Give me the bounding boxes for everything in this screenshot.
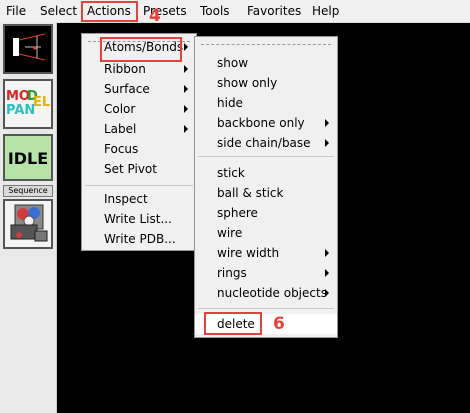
submenu-arrow-icon — [184, 85, 188, 93]
menu-separator — [85, 185, 193, 186]
menu-item-label: ball & stick — [217, 186, 284, 200]
atoms-bonds-submenu: show show only hide backbone only side c… — [194, 36, 338, 338]
menu-bar: File Select Actions Presets Tools Favori… — [0, 0, 470, 23]
menu-item-ball-stick[interactable]: ball & stick — [195, 183, 337, 203]
menu-item-label: Ribbon — [104, 62, 146, 76]
submenu-arrow-icon — [184, 105, 188, 113]
menu-item-label: backbone only — [217, 116, 305, 130]
menu-item-label: nucleotide objects — [217, 286, 327, 300]
menu-item-ribbon[interactable]: Ribbon — [82, 59, 196, 79]
menu-item-label: show — [217, 56, 249, 70]
menu-item-label: Label — [104, 122, 137, 136]
actions-menu: Atoms/Bonds Ribbon Surface Color Label F… — [81, 33, 197, 251]
menu-item-label: Write List... — [104, 212, 172, 226]
menu-separator — [198, 308, 334, 309]
menu-item-label: hide — [217, 96, 243, 110]
callout-4: 4 — [149, 6, 161, 26]
delete-highlight — [204, 312, 262, 335]
molecule-display-button[interactable] — [3, 199, 53, 249]
menu-item-inspect[interactable]: Inspect — [82, 189, 196, 209]
menu-item-surface[interactable]: Surface — [82, 79, 196, 99]
menu-separator — [198, 156, 334, 157]
menu-item-wire[interactable]: wire — [195, 223, 337, 243]
model-panel-letters-pan: PAN — [6, 103, 36, 118]
side-view-icon — [13, 33, 46, 61]
menu-item-label: wire — [217, 226, 243, 240]
atoms-bonds-highlight — [100, 37, 182, 62]
menu-favorites[interactable]: Favorites — [247, 4, 301, 19]
menu-item-show-only[interactable]: show only — [195, 73, 337, 93]
menu-item-label: Inspect — [104, 192, 148, 206]
side-view-button[interactable] — [3, 24, 53, 74]
menu-item-nucleotide-objects[interactable]: nucleotide objects — [195, 283, 337, 303]
actions-menu-highlight — [81, 1, 138, 22]
menu-item-backbone-only[interactable]: backbone only — [195, 113, 337, 133]
menu-item-focus[interactable]: Focus — [82, 139, 196, 159]
menu-item-hide[interactable]: hide — [195, 93, 337, 113]
sequence-button[interactable]: Sequence — [3, 185, 53, 197]
menu-item-label: side chain/base — [217, 136, 311, 150]
model-panel-letters-el: EL — [33, 95, 51, 110]
tool-panel: MO D EL PAN IDLE Sequence — [0, 22, 57, 413]
submenu-arrow-icon — [325, 289, 329, 297]
model-panel-button[interactable]: MO D EL PAN — [3, 79, 53, 129]
menu-item-wire-width[interactable]: wire width — [195, 243, 337, 263]
menu-item-label: rings — [217, 266, 247, 280]
submenu-arrow-icon — [325, 269, 329, 277]
menu-item-set-pivot[interactable]: Set Pivot — [82, 159, 196, 179]
menu-item-label: Surface — [104, 82, 150, 96]
menu-item-rings[interactable]: rings — [195, 263, 337, 283]
idle-status-button[interactable]: IDLE — [3, 134, 53, 181]
menu-item-label: Focus — [104, 142, 139, 156]
submenu-arrow-icon — [325, 119, 329, 127]
menu-select[interactable]: Select — [40, 4, 77, 19]
menu-item-label: Write PDB... — [104, 232, 176, 246]
menu-item-label: Set Pivot — [104, 162, 157, 176]
menu-file[interactable]: File — [6, 4, 26, 19]
menu-item-label[interactable]: Label — [82, 119, 196, 139]
idle-label: IDLE — [7, 149, 49, 168]
callout-6: 6 — [273, 314, 285, 334]
submenu-arrow-icon — [184, 65, 188, 73]
menu-tools[interactable]: Tools — [200, 4, 230, 19]
menu-item-label: wire width — [217, 246, 280, 260]
menu-item-color[interactable]: Color — [82, 99, 196, 119]
submenu-arrow-icon — [184, 125, 188, 133]
menu-item-write-pdb[interactable]: Write PDB... — [82, 229, 196, 249]
tear-off-line[interactable] — [201, 44, 331, 45]
menu-item-side-chain-base[interactable]: side chain/base — [195, 133, 337, 153]
menu-help[interactable]: Help — [312, 4, 339, 19]
menu-item-stick[interactable]: stick — [195, 163, 337, 183]
submenu-arrow-icon — [325, 139, 329, 147]
menu-item-sphere[interactable]: sphere — [195, 203, 337, 223]
submenu-arrow-icon — [325, 249, 329, 257]
menu-item-label: Color — [104, 102, 136, 116]
menu-item-label: sphere — [217, 206, 258, 220]
menu-item-show[interactable]: show — [195, 53, 337, 73]
menu-item-label: stick — [217, 166, 245, 180]
molecule-display-icon — [10, 204, 48, 242]
submenu-arrow-icon — [184, 43, 188, 51]
menu-item-write-list[interactable]: Write List... — [82, 209, 196, 229]
menu-item-label: show only — [217, 76, 278, 90]
